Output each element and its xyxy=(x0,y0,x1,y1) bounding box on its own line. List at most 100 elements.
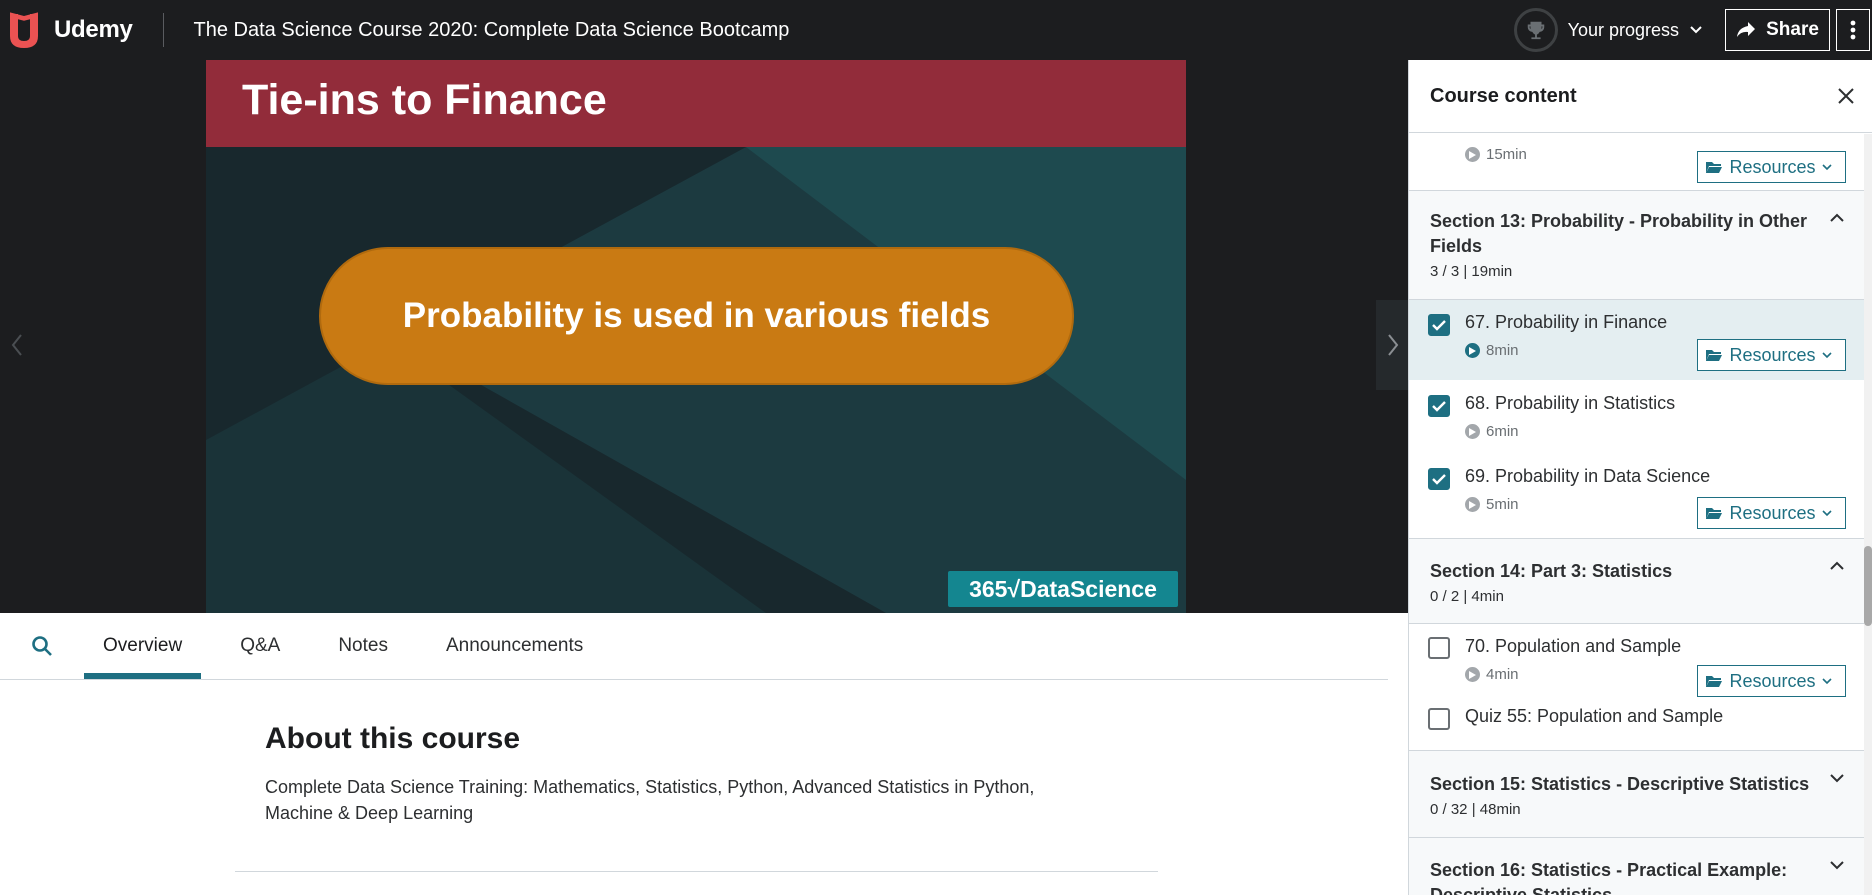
lesson-title: Quiz 55: Population and Sample xyxy=(1465,706,1724,726)
section-meta: 0 / 2 | 4min xyxy=(1430,588,1504,605)
chevron-left-icon xyxy=(11,334,22,356)
section-header[interactable]: Section 16: Statistics - Practical Examp… xyxy=(1409,838,1865,895)
lecture-slide: Tie-ins to Finance Probability is used i… xyxy=(206,60,1186,613)
slide-highlight-pill: Probability is used in various fields xyxy=(319,247,1074,385)
tab-announcements[interactable]: Announcements xyxy=(427,613,602,679)
checkmark-icon xyxy=(1432,400,1446,412)
lesson-checkbox[interactable] xyxy=(1428,395,1450,417)
slide-brand-logo: 365√DataScience xyxy=(948,571,1178,607)
close-icon xyxy=(1838,88,1854,104)
about-description: Complete Data Science Training: Mathemat… xyxy=(265,777,1035,823)
close-sidebar-button[interactable] xyxy=(1826,76,1866,116)
chevron-down-icon xyxy=(1690,26,1702,34)
lesson-duration: 6min xyxy=(1486,423,1519,440)
chevron-down-icon xyxy=(1821,164,1832,171)
lesson-checkbox[interactable] xyxy=(1428,314,1450,336)
section-meta: 3 / 3 | 19min xyxy=(1430,263,1513,280)
lesson-checkbox[interactable] xyxy=(1428,468,1450,490)
course-content-list[interactable]: 15min Resources Section 13: Probability … xyxy=(1409,134,1865,895)
tab-overview[interactable]: Overview xyxy=(84,613,202,679)
tab-notes[interactable]: Notes xyxy=(319,613,407,679)
folder-open-icon xyxy=(1706,508,1723,519)
udemy-logo[interactable]: Udemy xyxy=(4,0,133,60)
header-divider xyxy=(162,13,164,47)
resources-button[interactable]: Resources xyxy=(1697,497,1846,529)
lesson-item-67[interactable]: 67. Probability in Finance 8min Resource… xyxy=(1409,300,1865,380)
search-icon xyxy=(32,636,52,656)
share-icon xyxy=(1737,22,1756,37)
lesson-checkbox[interactable] xyxy=(1428,708,1450,730)
resources-button[interactable]: Resources xyxy=(1697,339,1846,371)
divider xyxy=(235,871,1158,872)
section-title: Section 14: Part 3: Statistics xyxy=(1430,561,1673,581)
share-button[interactable]: Share xyxy=(1725,9,1830,51)
play-icon xyxy=(1465,147,1480,162)
folder-open-icon xyxy=(1706,676,1723,687)
tab-qa[interactable]: Q&A xyxy=(221,613,299,679)
section-header[interactable]: Section 13: Probability - Probability in… xyxy=(1409,190,1865,300)
share-label: Share xyxy=(1766,19,1819,40)
folder-open-icon xyxy=(1706,162,1723,173)
chevron-right-icon xyxy=(1388,334,1399,356)
slide-title: Tie-ins to Finance xyxy=(242,76,607,124)
folder-open-icon xyxy=(1706,350,1723,361)
section-title: Section 16: Statistics - Practical Examp… xyxy=(1430,860,1788,895)
lesson-title: 70. Population and Sample xyxy=(1465,636,1682,656)
resources-button[interactable]: Resources xyxy=(1697,151,1846,183)
slide-title-banner: Tie-ins to Finance xyxy=(206,60,1186,147)
resources-label: Resources xyxy=(1729,156,1816,177)
sidebar-title: Course content xyxy=(1430,84,1577,107)
resources-button[interactable]: Resources xyxy=(1697,665,1846,697)
resources-label: Resources xyxy=(1729,670,1816,691)
search-button[interactable] xyxy=(0,613,84,679)
previous-lecture-button[interactable] xyxy=(0,300,34,390)
chevron-down-icon xyxy=(1830,861,1844,870)
sidebar-scroll-thumb[interactable] xyxy=(1864,546,1872,626)
overview-panel: About this course Complete Data Science … xyxy=(265,722,1165,826)
udemy-logo-icon xyxy=(10,12,38,48)
logo-text: Udemy xyxy=(54,16,133,43)
header-actions: Your progress Share xyxy=(1513,0,1872,60)
more-vertical-icon xyxy=(1850,20,1856,40)
course-title[interactable]: The Data Science Course 2020: Complete D… xyxy=(194,19,790,42)
play-icon xyxy=(1465,497,1480,512)
video-player[interactable]: Tie-ins to Finance Probability is used i… xyxy=(0,60,1408,613)
lesson-title: 67. Probability in Finance xyxy=(1465,312,1668,332)
progress-dropdown[interactable]: Your progress xyxy=(1513,8,1703,52)
lesson-duration: 4min xyxy=(1486,666,1519,683)
course-content-sidebar: Course content 15min Resources Section 1… xyxy=(1408,60,1872,895)
checkmark-icon xyxy=(1432,473,1446,485)
next-lecture-button[interactable] xyxy=(1376,300,1408,390)
play-icon xyxy=(1465,667,1480,682)
lesson-item-68[interactable]: 68. Probability in Statistics 6min xyxy=(1409,380,1865,454)
lesson-checkbox[interactable] xyxy=(1428,637,1450,659)
lesson-item-70[interactable]: 70. Population and Sample 4min Resources xyxy=(1409,624,1865,704)
play-icon xyxy=(1465,424,1480,439)
section-header[interactable]: Section 14: Part 3: Statistics 0 / 2 | 4… xyxy=(1409,538,1865,624)
sidebar-header: Course content xyxy=(1409,60,1872,133)
resources-label: Resources xyxy=(1729,344,1816,365)
section-title: Section 13: Probability - Probability in… xyxy=(1430,211,1808,256)
trophy-icon xyxy=(1513,8,1558,52)
play-icon xyxy=(1465,343,1480,358)
lesson-duration: 15min xyxy=(1486,146,1527,163)
section-header[interactable]: Section 15: Statistics - Descriptive Sta… xyxy=(1409,750,1865,838)
lesson-duration: 5min xyxy=(1486,496,1519,513)
lesson-title: 69. Probability in Data Science xyxy=(1465,466,1711,486)
lesson-duration: 8min xyxy=(1486,342,1519,359)
chevron-up-icon xyxy=(1830,561,1844,570)
lesson-meta: 6min xyxy=(1465,423,1865,440)
chevron-down-icon xyxy=(1830,774,1844,783)
lesson-item-69[interactable]: 69. Probability in Data Science 5min Res… xyxy=(1409,454,1865,538)
lesson-title: 68. Probability in Statistics xyxy=(1465,393,1676,413)
chevron-down-icon xyxy=(1821,510,1832,517)
list-item[interactable]: 15min Resources xyxy=(1409,146,1865,190)
section-title: Section 15: Statistics - Descriptive Sta… xyxy=(1430,774,1810,794)
more-options-button[interactable] xyxy=(1836,9,1870,51)
chevron-up-icon xyxy=(1830,213,1844,222)
about-title: About this course xyxy=(265,722,521,755)
quiz-item-55[interactable]: Quiz 55: Population and Sample xyxy=(1409,704,1865,750)
top-header: Udemy The Data Science Course 2020: Comp… xyxy=(0,0,1872,60)
course-tabs: Overview Q&A Notes Announcements xyxy=(0,613,1388,680)
sidebar-scrollbar[interactable] xyxy=(1864,134,1872,895)
